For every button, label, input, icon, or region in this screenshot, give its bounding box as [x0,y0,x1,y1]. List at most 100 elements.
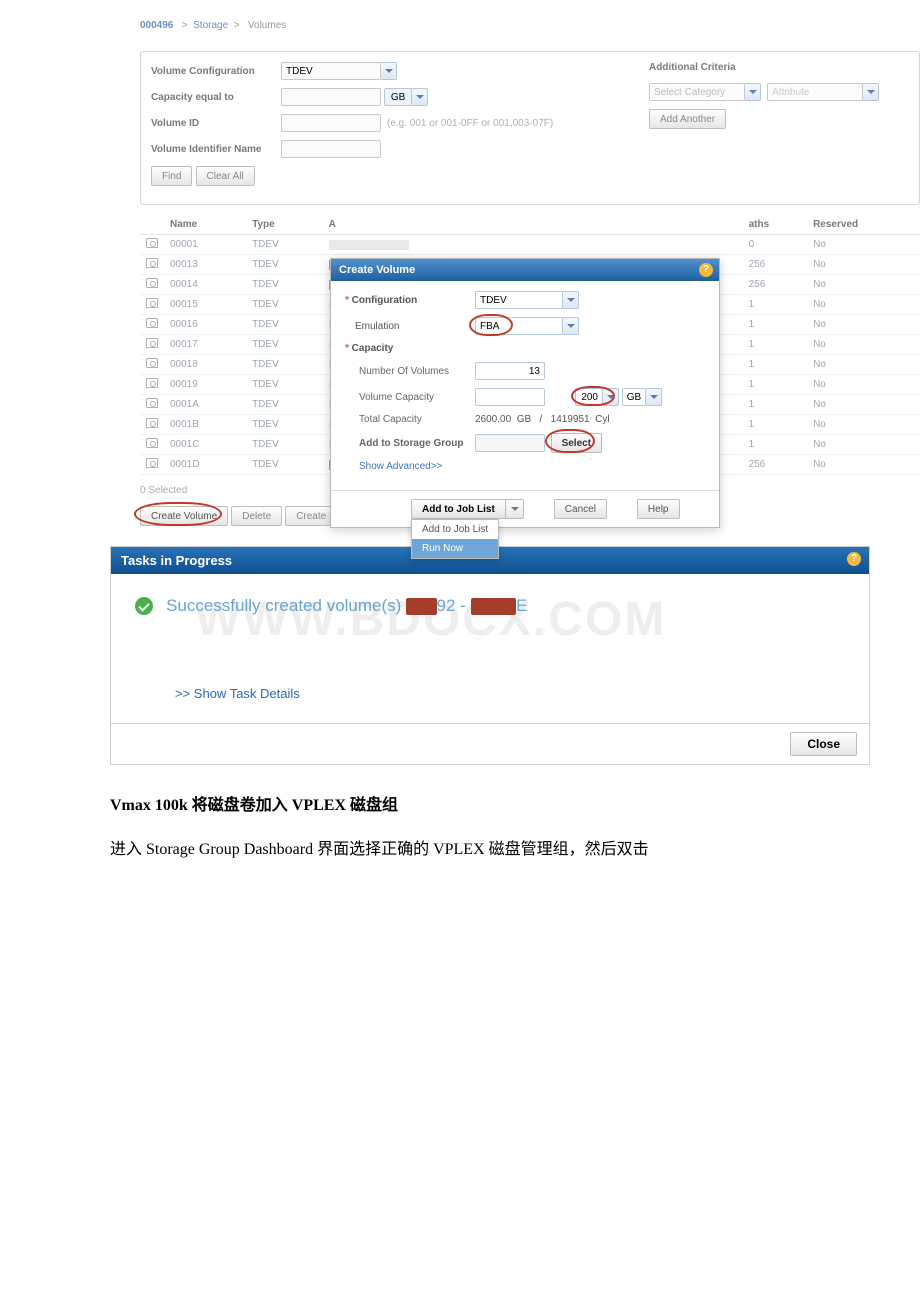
tasks-panel: Tasks in Progress ? Successfully created… [110,546,870,765]
disk-icon [146,258,158,268]
dd-add-to-job[interactable]: Add to Job List [412,520,498,539]
num-volumes-label: Number Of Volumes [345,366,475,377]
clear-all-button[interactable]: Clear All [196,166,255,186]
additional-header: Additional Criteria [649,62,899,73]
capacity-input[interactable] [281,88,381,106]
storage-group-input[interactable] [475,434,545,452]
cell-paths: 256 [743,255,807,275]
disk-icon [146,238,158,248]
category-select[interactable] [649,83,745,101]
help-icon[interactable]: ? [847,552,861,566]
cancel-button[interactable]: Cancel [554,499,607,519]
create-volume-dialog: Create Volume ? * Configuration Emulatio… [330,258,720,528]
cell-reserved: No [807,275,920,295]
select-sg-button[interactable]: Select [551,433,602,453]
cell-type: TDEV [246,295,323,315]
col-type[interactable]: Type [246,215,323,235]
num-volumes-input[interactable] [475,362,545,380]
vol-config-select[interactable] [281,62,381,80]
cell-reserved: No [807,315,920,335]
document-text: Vmax 100k 将磁盘卷加入 VPLEX 磁盘组 进入 Storage Gr… [110,791,870,866]
disk-icon [146,438,158,448]
col-reserved[interactable]: Reserved [807,215,920,235]
chevron-down-icon[interactable] [412,88,428,106]
show-advanced-link[interactable]: Show Advanced>> [345,461,442,472]
cell-paths: 256 [743,455,807,475]
help-button[interactable]: Help [637,499,680,519]
cell-name: 0001D [164,455,246,475]
chevron-down-icon[interactable] [603,388,619,406]
vin-input[interactable] [281,140,381,158]
capacity-unit-select[interactable] [384,88,412,106]
disk-icon [146,398,158,408]
chevron-down-icon[interactable] [563,291,579,309]
cell-type: TDEV [246,375,323,395]
disk-icon [146,458,158,468]
cell-reserved: No [807,435,920,455]
find-button[interactable]: Find [151,166,192,186]
breadcrumb-storage[interactable]: Storage [193,20,228,31]
cell-name: 00001 [164,235,246,255]
cell-name: 0001C [164,435,246,455]
cell-reserved: No [807,335,920,355]
chevron-down-icon[interactable] [745,83,761,101]
cell-name: 00019 [164,375,246,395]
vol-capacity-value[interactable] [575,388,603,406]
disk-icon [146,358,158,368]
add-another-button[interactable]: Add Another [649,109,726,129]
vol-capacity-input[interactable] [475,388,545,406]
vol-config-label: Volume Configuration [151,66,281,77]
filter-panel: Volume Configuration Capacity equal to V… [140,51,920,205]
cell-reserved: No [807,375,920,395]
job-dropdown-toggle[interactable] [506,499,524,519]
vol-id-input[interactable] [281,114,381,132]
capacity-section-label: Capacity [352,343,394,354]
cell-type: TDEV [246,315,323,335]
disk-icon [146,338,158,348]
cell-name: 0001A [164,395,246,415]
cell-reserved: No [807,255,920,275]
cell-type: TDEV [246,455,323,475]
chevron-down-icon[interactable] [563,317,579,335]
cell-type: TDEV [246,435,323,455]
job-dropdown-menu: Add to Job List Run Now [411,519,499,559]
close-button[interactable]: Close [790,732,857,756]
cell-reserved: No [807,455,920,475]
chevron-down-icon[interactable] [381,62,397,80]
help-icon[interactable]: ? [699,263,713,277]
dd-run-now[interactable]: Run Now [412,539,498,558]
cell-reserved: No [807,355,920,375]
breadcrumb-id[interactable]: 000496 [140,20,173,31]
col-paths[interactable]: aths [743,215,807,235]
additional-criteria: Additional Criteria Add Another [649,62,899,129]
emulation-select[interactable] [475,317,563,335]
show-task-details-link[interactable]: >> Show Task Details [175,686,845,701]
disk-icon [146,278,158,288]
config-select[interactable] [475,291,563,309]
vol-id-label: Volume ID [151,118,281,129]
capacity-label: Capacity equal to [151,92,281,103]
col-name[interactable]: Name [164,215,246,235]
cell-paths: 0 [743,235,807,255]
cell-name: 00017 [164,335,246,355]
chevron-down-icon[interactable] [646,388,662,406]
create-volume-button[interactable]: Create Volume [140,506,228,526]
cell-reserved: No [807,295,920,315]
delete-button[interactable]: Delete [231,506,282,526]
cell-type: TDEV [246,235,323,255]
cell-paths: 1 [743,375,807,395]
emulation-label: Emulation [345,321,475,332]
cell-type: TDEV [246,355,323,375]
vol-capacity-unit[interactable] [622,388,646,406]
cell-name: 00014 [164,275,246,295]
cell-paths: 1 [743,335,807,355]
cell-paths: 1 [743,395,807,415]
col-alloc[interactable]: A [323,215,423,235]
cell-name: 0001B [164,415,246,435]
attribute-select[interactable] [767,83,863,101]
table-row[interactable]: 00001TDEV 0No [140,235,920,255]
add-to-job-list-button[interactable]: Add to Job List [411,499,506,519]
chevron-down-icon[interactable] [863,83,879,101]
cell-reserved: No [807,235,920,255]
cell-paths: 1 [743,435,807,455]
